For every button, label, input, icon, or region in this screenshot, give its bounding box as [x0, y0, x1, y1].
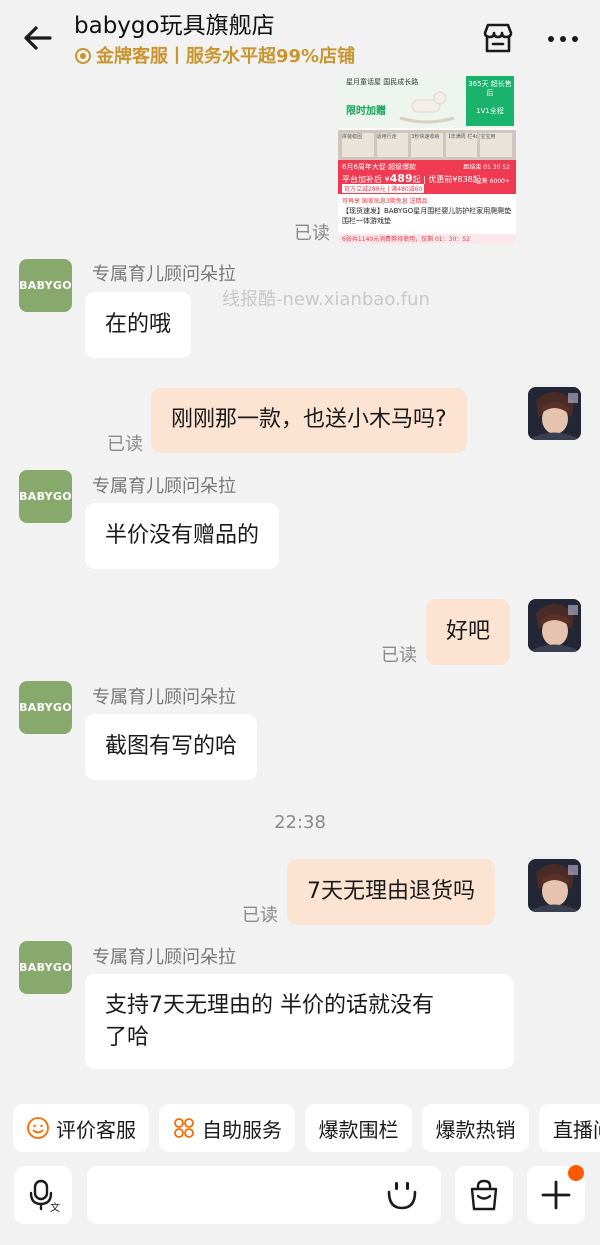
shop-avatar[interactable]: BABYGO: [19, 470, 72, 523]
product-thumbnails: 拼装稳固 适用行走 3秒快速收纳 【年满周 栏4cm 长 宝宝用: [338, 130, 516, 160]
limited-gift-label: 限时加赠: [346, 106, 386, 117]
product-banner: 星月童话屋 国民成长路 限时加赠 365天 超长售后 1V1全程: [338, 74, 516, 128]
grid-flower-icon: [174, 1118, 194, 1138]
notification-dot: [568, 1165, 584, 1181]
self-service-button[interactable]: 自助服务: [159, 1104, 295, 1152]
thumb-4: 【年满周 栏4cm 长: [445, 133, 478, 157]
shopping-bag-icon: [470, 1179, 498, 1211]
sender-name: 专属育儿顾问朵拉: [92, 947, 236, 968]
coupon-note: 6张共1140元消费券待使用，仅剩 01：30：52: [338, 234, 516, 244]
shop-avatar[interactable]: BABYGO: [19, 941, 72, 994]
chat-header: babygo玩具旗舰店 金牌客服丨服务水平超99%店铺: [0, 0, 600, 76]
price-prefix: 平台加补后 ¥: [342, 175, 390, 184]
store-icon[interactable]: [480, 20, 516, 56]
emoji-icon[interactable]: [385, 1178, 419, 1212]
shop-name[interactable]: babygo玩具旗舰店: [74, 6, 275, 40]
service-badge: 金牌客服丨服务水平超99%店铺: [74, 43, 355, 67]
user-avatar[interactable]: [528, 387, 581, 440]
thumb-1: 拼装稳固: [342, 133, 374, 157]
quick-action-live[interactable]: 直播间: [539, 1104, 600, 1152]
service-badge-text: 金牌客服丨服务水平超99%店铺: [96, 46, 356, 67]
back-arrow-icon[interactable]: [20, 20, 56, 56]
smile-icon: [27, 1117, 49, 1139]
read-receipt: 已读: [294, 223, 330, 244]
product-title: 【现货速发】BABYGO星月围栏婴儿防护栏家用爬爬垫围栏一体游戏垫: [342, 207, 512, 225]
user-avatar-image: [528, 599, 581, 652]
coupon-line: 官方立减289元 | 满480减60: [342, 184, 425, 193]
microphone-icon: 文: [29, 1179, 60, 1212]
shop-avatar[interactable]: BABYGO: [19, 681, 72, 734]
products-button[interactable]: [455, 1166, 513, 1224]
medal-icon: [75, 48, 91, 64]
after-sale-sub: 1V1全程: [476, 107, 504, 115]
user-avatar[interactable]: [528, 599, 581, 652]
rate-service-label: 评价客服: [56, 1117, 136, 1142]
self-service-label: 自助服务: [202, 1117, 282, 1142]
after-sale-badge: 365天 超长售后 1V1全程: [466, 76, 514, 126]
user-avatar-image: [528, 859, 581, 912]
more-options-icon[interactable]: [545, 22, 581, 56]
read-receipt: 已读: [242, 905, 278, 926]
user-avatar-image: [528, 387, 581, 440]
countdown-timer: 距结束 01 30 52: [463, 164, 510, 171]
quick-action-fence[interactable]: 爆款围栏: [305, 1104, 412, 1152]
sender-name: 专属育儿顾问朵拉: [92, 264, 236, 285]
product-tags: 可再享 国家贴息3期免息 送精品: [342, 198, 428, 205]
message-line: 了哈: [105, 1025, 150, 1050]
shop-avatar[interactable]: BABYGO: [19, 259, 72, 312]
product-slogan: 星月童话屋 国民成长路: [346, 78, 419, 86]
message-timestamp: 22:38: [274, 812, 326, 833]
outgoing-message[interactable]: 7天无理由退货吗: [287, 859, 495, 925]
after-sale-text: 365天 超长售后: [468, 80, 512, 97]
watermark-text: 线报酷-new.xianbao.fun: [222, 289, 430, 310]
sender-name: 专属育儿顾问朵拉: [92, 476, 236, 497]
read-receipt: 已读: [381, 645, 417, 666]
user-avatar[interactable]: [528, 859, 581, 912]
input-bar: 文: [0, 1166, 600, 1226]
read-receipt: 已读: [107, 434, 143, 455]
incoming-message[interactable]: 半价没有赠品的: [85, 503, 280, 569]
outgoing-message[interactable]: 刚刚那一款，也送小木马吗?: [151, 388, 467, 453]
quick-action-bestsellers[interactable]: 爆款热销: [422, 1104, 529, 1152]
thumb-2: 适用行走: [376, 133, 409, 157]
outgoing-message[interactable]: 好吧: [426, 599, 511, 665]
product-screenshot-message[interactable]: 星月童话屋 国民成长路 限时加赠 365天 超长售后 1V1全程 拼装稳固 适用…: [338, 74, 516, 244]
thumb-5: 宝宝用: [480, 133, 512, 157]
message-input[interactable]: [87, 1166, 441, 1224]
price-banner: 6月6周年大促·超级爆款 平台加补后 ¥489起 | 优惠前¥838起 官方立减…: [338, 160, 516, 194]
rocking-horse-image: [399, 91, 455, 124]
svg-text:文: 文: [50, 1201, 60, 1212]
price-suffix: 起 | 优惠前¥838起: [412, 175, 481, 184]
voice-input-button[interactable]: 文: [14, 1166, 72, 1224]
incoming-message[interactable]: 支持7天无理由的 半价的话就没有 了哈: [85, 974, 514, 1069]
rate-service-button[interactable]: 评价客服: [13, 1104, 149, 1152]
promo-line: 6月6周年大促·超级爆款: [342, 163, 417, 171]
sold-count: 已售 6000+: [475, 178, 510, 185]
incoming-message[interactable]: 截图有写的哈: [85, 714, 258, 780]
quick-action-bar: 评价客服 自助服务 爆款围栏 爆款热销 直播间: [0, 1104, 600, 1152]
thumb-3: 3秒快速收纳: [411, 133, 443, 157]
message-line: 支持7天无理由的 半价的话就没有: [105, 993, 434, 1018]
incoming-message[interactable]: 在的哦: [85, 292, 192, 358]
sender-name: 专属育儿顾问朵拉: [92, 687, 236, 708]
plus-icon: [541, 1180, 571, 1210]
